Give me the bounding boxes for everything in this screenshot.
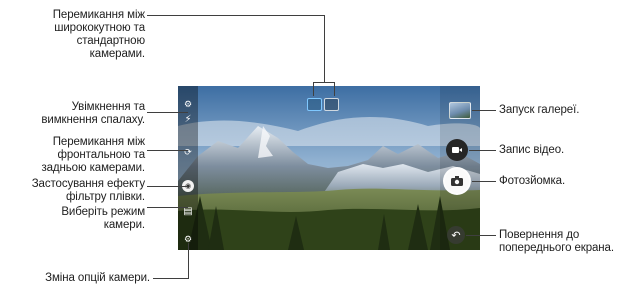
callout-camera-mode: Виберіть режим камери. — [61, 206, 145, 231]
callout-camera-options: Зміна опцій камери. — [45, 272, 150, 284]
callout-take-photo: Фотозйомка. — [499, 175, 566, 187]
settings-small-icon[interactable]: ⚙ — [182, 98, 194, 110]
callout-film-effect: Застосування ефекту фільтру плівки. — [31, 178, 145, 203]
flash-icon[interactable]: ⚡ — [182, 113, 194, 125]
wide-angle-icon[interactable] — [307, 98, 322, 111]
back-icon[interactable]: ↶ — [447, 226, 465, 244]
standard-lens-icon[interactable] — [324, 98, 339, 111]
left-control-bar — [178, 86, 198, 250]
callout-lens-switch: Перемикання між ширококутною та стандарт… — [52, 9, 145, 60]
callout-front-rear: Перемикання між фронтальною та задньою к… — [41, 136, 145, 174]
switch-camera-icon[interactable]: ⟳ — [182, 146, 194, 158]
callout-record-video: Запис відео. — [499, 144, 565, 156]
callout-flash: Увімкнення та вимкнення спалаху. — [41, 101, 145, 126]
callout-gallery: Запуск галереї. — [499, 104, 580, 116]
gallery-thumbnail[interactable] — [449, 102, 471, 119]
callout-go-back: Повернення до попереднього екрана. — [499, 229, 614, 254]
video-record-icon[interactable] — [446, 139, 468, 161]
shutter-icon[interactable] — [443, 167, 471, 195]
